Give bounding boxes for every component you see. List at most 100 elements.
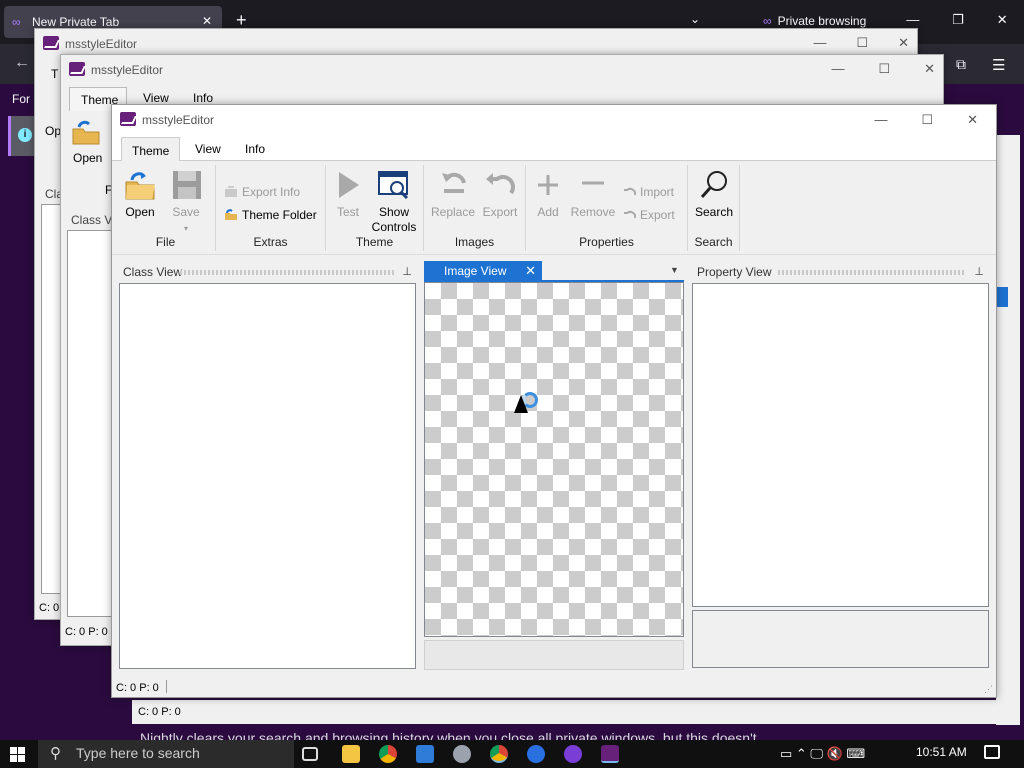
minimize-button[interactable]: — xyxy=(906,12,919,28)
private-mask-icon: ∞ xyxy=(763,14,772,28)
close-icon[interactable]: ✕ xyxy=(525,263,536,279)
add-property-button[interactable]: Add xyxy=(530,169,566,220)
search-button[interactable]: Search xyxy=(692,169,736,220)
theme-group-label: Theme xyxy=(355,235,394,249)
firefox-private-icon[interactable] xyxy=(564,745,582,763)
show-controls-label-2: Controls xyxy=(371,220,417,234)
menu-icon[interactable]: ☰ xyxy=(992,56,1005,74)
theme-folder-button[interactable]: Theme Folder xyxy=(224,208,317,222)
property-view-grid[interactable] xyxy=(692,283,989,607)
dock-grip[interactable] xyxy=(180,270,394,275)
save-button[interactable]: Save ▾ xyxy=(166,169,206,236)
open-folder-icon xyxy=(71,119,101,145)
task-view-icon[interactable] xyxy=(302,747,318,761)
property-view-header: Property View ⊥ xyxy=(692,262,990,282)
remove-property-button[interactable]: Remove xyxy=(570,169,616,220)
tab-info[interactable]: Info xyxy=(245,142,265,156)
import-property-button[interactable]: Import xyxy=(622,185,674,199)
ribbon-group-file: Open Save ▾ File xyxy=(116,165,216,251)
search-icon xyxy=(697,169,731,201)
image-view-tab[interactable]: Image View ✕ xyxy=(424,261,542,281)
remove-label: Remove xyxy=(570,205,616,219)
firefox-page-text: For xyxy=(12,92,30,106)
status-bar: C: 0 P: 0 ⋰ xyxy=(112,677,996,697)
search-group-label: Search xyxy=(694,235,733,249)
back-arrow-icon[interactable]: ← xyxy=(14,54,30,72)
firefox-icon[interactable] xyxy=(527,745,545,763)
resize-grip-icon[interactable]: ⋰ xyxy=(984,684,993,695)
close-button[interactable]: ✕ xyxy=(924,61,935,77)
minimize-button[interactable]: — xyxy=(831,61,844,77)
open-button[interactable]: Op xyxy=(45,124,61,138)
info-icon: i xyxy=(18,128,32,142)
settings-gear-icon[interactable] xyxy=(453,745,471,763)
show-controls-button[interactable]: Show Controls xyxy=(370,169,418,235)
extras-group-label: Extras xyxy=(253,235,288,249)
theme-folder-label: Theme Folder xyxy=(242,208,317,222)
tab-view[interactable]: View xyxy=(195,142,221,156)
notification-center-icon[interactable] xyxy=(984,745,1000,759)
plus-icon xyxy=(531,169,565,201)
open-button[interactable]: Open xyxy=(73,151,102,165)
ribbon-group-properties: Add Remove Import Export Properties xyxy=(526,165,688,251)
window-title: msstyleEditor xyxy=(91,63,164,77)
maximize-button[interactable]: ☐ xyxy=(856,35,868,51)
pin-icon[interactable]: ⊥ xyxy=(402,265,412,278)
chrome-icon[interactable] xyxy=(379,745,397,763)
chrome-active-icon[interactable] xyxy=(490,745,508,763)
pin-icon[interactable]: ⊥ xyxy=(974,265,984,278)
export-info-button[interactable]: Export Info xyxy=(224,185,300,199)
msstyleeditor-taskbar-icon[interactable] xyxy=(601,745,619,763)
minimize-button[interactable]: — xyxy=(874,112,887,128)
class-view-pane[interactable] xyxy=(67,230,113,617)
minimize-button[interactable]: — xyxy=(813,35,826,51)
export-arrow-icon xyxy=(483,169,517,201)
maximize-button[interactable]: ☐ xyxy=(878,61,890,77)
maximize-button[interactable]: ☐ xyxy=(921,112,933,128)
export-property-label: Export xyxy=(640,208,675,222)
extensions-icon[interactable]: ⧉ xyxy=(956,56,966,73)
list-all-tabs-icon[interactable]: ⌄ xyxy=(690,12,700,26)
system-tray[interactable]: ▭ ⌃ 🖵 🔇 ⌨ xyxy=(780,746,865,762)
tab-info[interactable]: Info xyxy=(193,91,213,105)
title-bar: msstyleEditor — ☐ ✕ xyxy=(61,55,943,83)
tab-view[interactable]: View xyxy=(143,91,169,105)
export-info-label: Export Info xyxy=(242,185,301,199)
export-property-button[interactable]: Export xyxy=(622,208,675,222)
file-explorer-icon[interactable] xyxy=(342,745,360,763)
class-view-header: Class View ⊥ xyxy=(118,262,418,282)
image-view-tab-label: Image View xyxy=(444,264,507,278)
windows-start-icon[interactable] xyxy=(10,747,26,763)
private-mask-icon: ∞ xyxy=(12,15,21,29)
taskbar-search-box[interactable]: ⚲ Type here to search xyxy=(38,740,294,768)
open-label: Open xyxy=(125,205,155,219)
dock-grip[interactable] xyxy=(778,270,966,275)
images-group-label: Images xyxy=(454,235,495,249)
export-image-button[interactable]: Export xyxy=(480,169,520,220)
class-view-pane[interactable] xyxy=(119,283,416,669)
clock[interactable]: 10:51 AM xyxy=(916,745,967,759)
chevron-down-icon[interactable]: ▼ xyxy=(670,265,679,275)
minus-icon xyxy=(576,169,610,201)
tab-close-icon[interactable]: ✕ xyxy=(202,14,212,28)
close-button[interactable]: ✕ xyxy=(898,35,909,51)
restore-button[interactable]: ❐ xyxy=(952,12,964,28)
close-button[interactable]: ✕ xyxy=(997,12,1008,28)
replace-arrow-icon xyxy=(436,169,470,201)
open-button[interactable]: Open xyxy=(120,169,160,220)
app-icon xyxy=(69,62,85,76)
import-label: Import xyxy=(640,185,675,199)
replace-button[interactable]: Replace xyxy=(430,169,476,220)
save-dropdown-icon[interactable]: ▾ xyxy=(184,224,188,233)
test-button[interactable]: Test xyxy=(330,169,366,220)
window-controls: — ☐ ✕ xyxy=(813,35,909,51)
replace-label: Replace xyxy=(430,205,476,219)
window-controls: — ☐ ✕ xyxy=(831,61,935,77)
save-disk-icon xyxy=(169,169,203,201)
close-button[interactable]: ✕ xyxy=(967,112,978,128)
msstyleeditor-window-main: msstyleEditor — ☐ ✕ Theme View Info Open xyxy=(111,104,997,698)
image-view-canvas[interactable] xyxy=(424,282,684,637)
photos-icon[interactable] xyxy=(416,745,434,763)
tab-theme[interactable]: Theme xyxy=(121,137,181,162)
ribbon-group-extras: Export Info Theme Folder Extras xyxy=(216,165,326,251)
